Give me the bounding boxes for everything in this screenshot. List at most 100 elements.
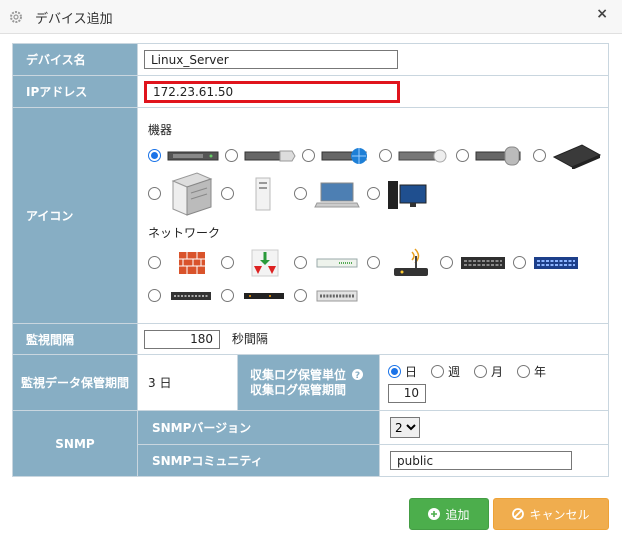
icon-option[interactable] xyxy=(148,149,219,163)
dialog-title: デバイス追加 xyxy=(35,12,113,27)
unit-week-radio[interactable] xyxy=(431,364,445,378)
icon-option[interactable] xyxy=(148,249,215,277)
icon-radio[interactable] xyxy=(440,256,453,269)
icon-option[interactable] xyxy=(367,246,434,280)
unit-year-radio[interactable] xyxy=(517,364,531,378)
log-retention-unit-label: 収集ログ保管単位 xyxy=(250,367,347,382)
icon-option[interactable] xyxy=(513,254,580,272)
icon-option[interactable] xyxy=(294,179,361,209)
icon-option[interactable] xyxy=(221,176,288,212)
rack-server-disk-icon xyxy=(244,150,296,161)
device-form: デバイス名 IPアドレス アイコン 機器 xyxy=(12,43,609,477)
monitor-interval-unit: 秒間隔 xyxy=(231,332,268,346)
firewall-icon xyxy=(179,251,205,274)
device-icons-row-2 xyxy=(148,170,608,218)
icon-radio[interactable] xyxy=(221,256,234,269)
switch-black-icon xyxy=(461,256,505,269)
pc-tower-icon xyxy=(255,177,271,210)
hub-icon xyxy=(316,258,358,267)
icon-radio[interactable] xyxy=(148,256,161,269)
icon-option[interactable] xyxy=(148,171,215,217)
unit-month-radio[interactable] xyxy=(474,364,488,378)
icon-option[interactable] xyxy=(148,289,215,303)
icon-label: アイコン xyxy=(12,107,138,324)
unit-day-option[interactable]: 日 xyxy=(388,363,417,380)
icon-radio[interactable] xyxy=(379,149,392,162)
icon-radio[interactable] xyxy=(302,149,315,162)
icon-option[interactable] xyxy=(533,143,602,169)
snmp-community-label: SNMPコミュニティ xyxy=(137,444,380,477)
modem-icon xyxy=(244,292,284,299)
icon-radio[interactable] xyxy=(294,289,307,302)
monitor-interval-label: 監視間隔 xyxy=(12,323,138,355)
add-button-label: 追加 xyxy=(445,507,470,522)
device-name-label: デバイス名 xyxy=(12,43,138,76)
gear-icon xyxy=(10,11,22,23)
icon-option[interactable] xyxy=(225,147,296,165)
rack-server-db-icon xyxy=(398,149,447,162)
icon-radio[interactable] xyxy=(148,149,161,162)
icon-radio[interactable] xyxy=(294,187,307,200)
unit-year-option[interactable]: 年 xyxy=(517,363,546,380)
tower-server-icon xyxy=(171,171,213,216)
icon-radio[interactable] xyxy=(456,149,469,162)
laptop-icon xyxy=(314,182,360,207)
snmp-version-select[interactable]: 2 xyxy=(390,417,420,438)
data-retention-label: 監視データ保管期間 xyxy=(12,354,138,411)
close-button[interactable]: × xyxy=(596,6,608,22)
icon-picker: 機器 ネットワーク xyxy=(137,107,609,324)
snmp-version-label: SNMPバージョン xyxy=(137,410,380,445)
device-icons-row-1 xyxy=(148,142,608,170)
add-button[interactable]: 追加 xyxy=(409,498,489,530)
desktop-pc-icon xyxy=(388,180,427,209)
icon-option[interactable] xyxy=(221,248,288,278)
log-retention-period-label: 収集ログ保管期間 xyxy=(250,382,347,397)
patch-panel-icon xyxy=(316,290,358,301)
monitor-interval-input[interactable] xyxy=(144,329,220,349)
icon-option[interactable] xyxy=(379,147,450,165)
log-retention-input[interactable] xyxy=(388,383,426,403)
rack-server-icon xyxy=(167,151,219,160)
icon-radio[interactable] xyxy=(148,289,161,302)
ip-address-input[interactable] xyxy=(144,80,400,103)
network-icons-row-2 xyxy=(148,281,608,311)
cancel-button[interactable]: キャンセル xyxy=(493,498,609,530)
question-circle-icon: ? xyxy=(352,368,364,381)
rack-server-globe-icon xyxy=(321,147,367,164)
icon-option[interactable] xyxy=(302,146,373,166)
icon-radio[interactable] xyxy=(225,149,238,162)
unit-week-option[interactable]: 週 xyxy=(431,363,460,380)
icon-radio[interactable] xyxy=(513,256,526,269)
unit-month-option[interactable]: 月 xyxy=(474,363,503,380)
icon-option[interactable] xyxy=(440,254,507,272)
icon-option[interactable] xyxy=(294,255,361,271)
router-arrows-icon xyxy=(251,249,279,276)
small-switch-icon xyxy=(171,291,211,300)
icon-radio[interactable] xyxy=(367,187,380,200)
rack-server-cylinder-icon xyxy=(475,146,521,165)
icon-option[interactable] xyxy=(221,289,288,303)
icon-radio[interactable] xyxy=(221,289,234,302)
log-retention-label: 収集ログ保管単位 ? 収集ログ保管期間 xyxy=(237,354,380,411)
snmp-community-input[interactable] xyxy=(390,451,572,470)
dialog-titlebar: デバイス追加 × xyxy=(0,0,622,34)
ip-address-label: IPアドレス xyxy=(12,75,138,108)
icon-radio[interactable] xyxy=(367,256,380,269)
plus-circle-icon xyxy=(428,508,441,520)
network-icons-row-1 xyxy=(148,245,608,281)
icon-radio[interactable] xyxy=(533,149,546,162)
icon-option[interactable] xyxy=(367,177,434,211)
svg-text:?: ? xyxy=(355,371,360,380)
icon-option[interactable] xyxy=(456,145,527,167)
device-name-input[interactable] xyxy=(144,50,398,69)
unit-day-radio[interactable] xyxy=(388,364,401,378)
network-appliance-icon xyxy=(552,143,602,169)
wireless-router-icon xyxy=(394,247,428,276)
snmp-label: SNMP xyxy=(12,410,138,477)
ban-icon xyxy=(512,508,525,520)
log-unit-radio-group: 日 週 月 年 xyxy=(388,363,608,380)
icon-radio[interactable] xyxy=(148,187,161,200)
icon-radio[interactable] xyxy=(294,256,307,269)
icon-option[interactable] xyxy=(294,288,361,304)
icon-radio[interactable] xyxy=(221,187,234,200)
